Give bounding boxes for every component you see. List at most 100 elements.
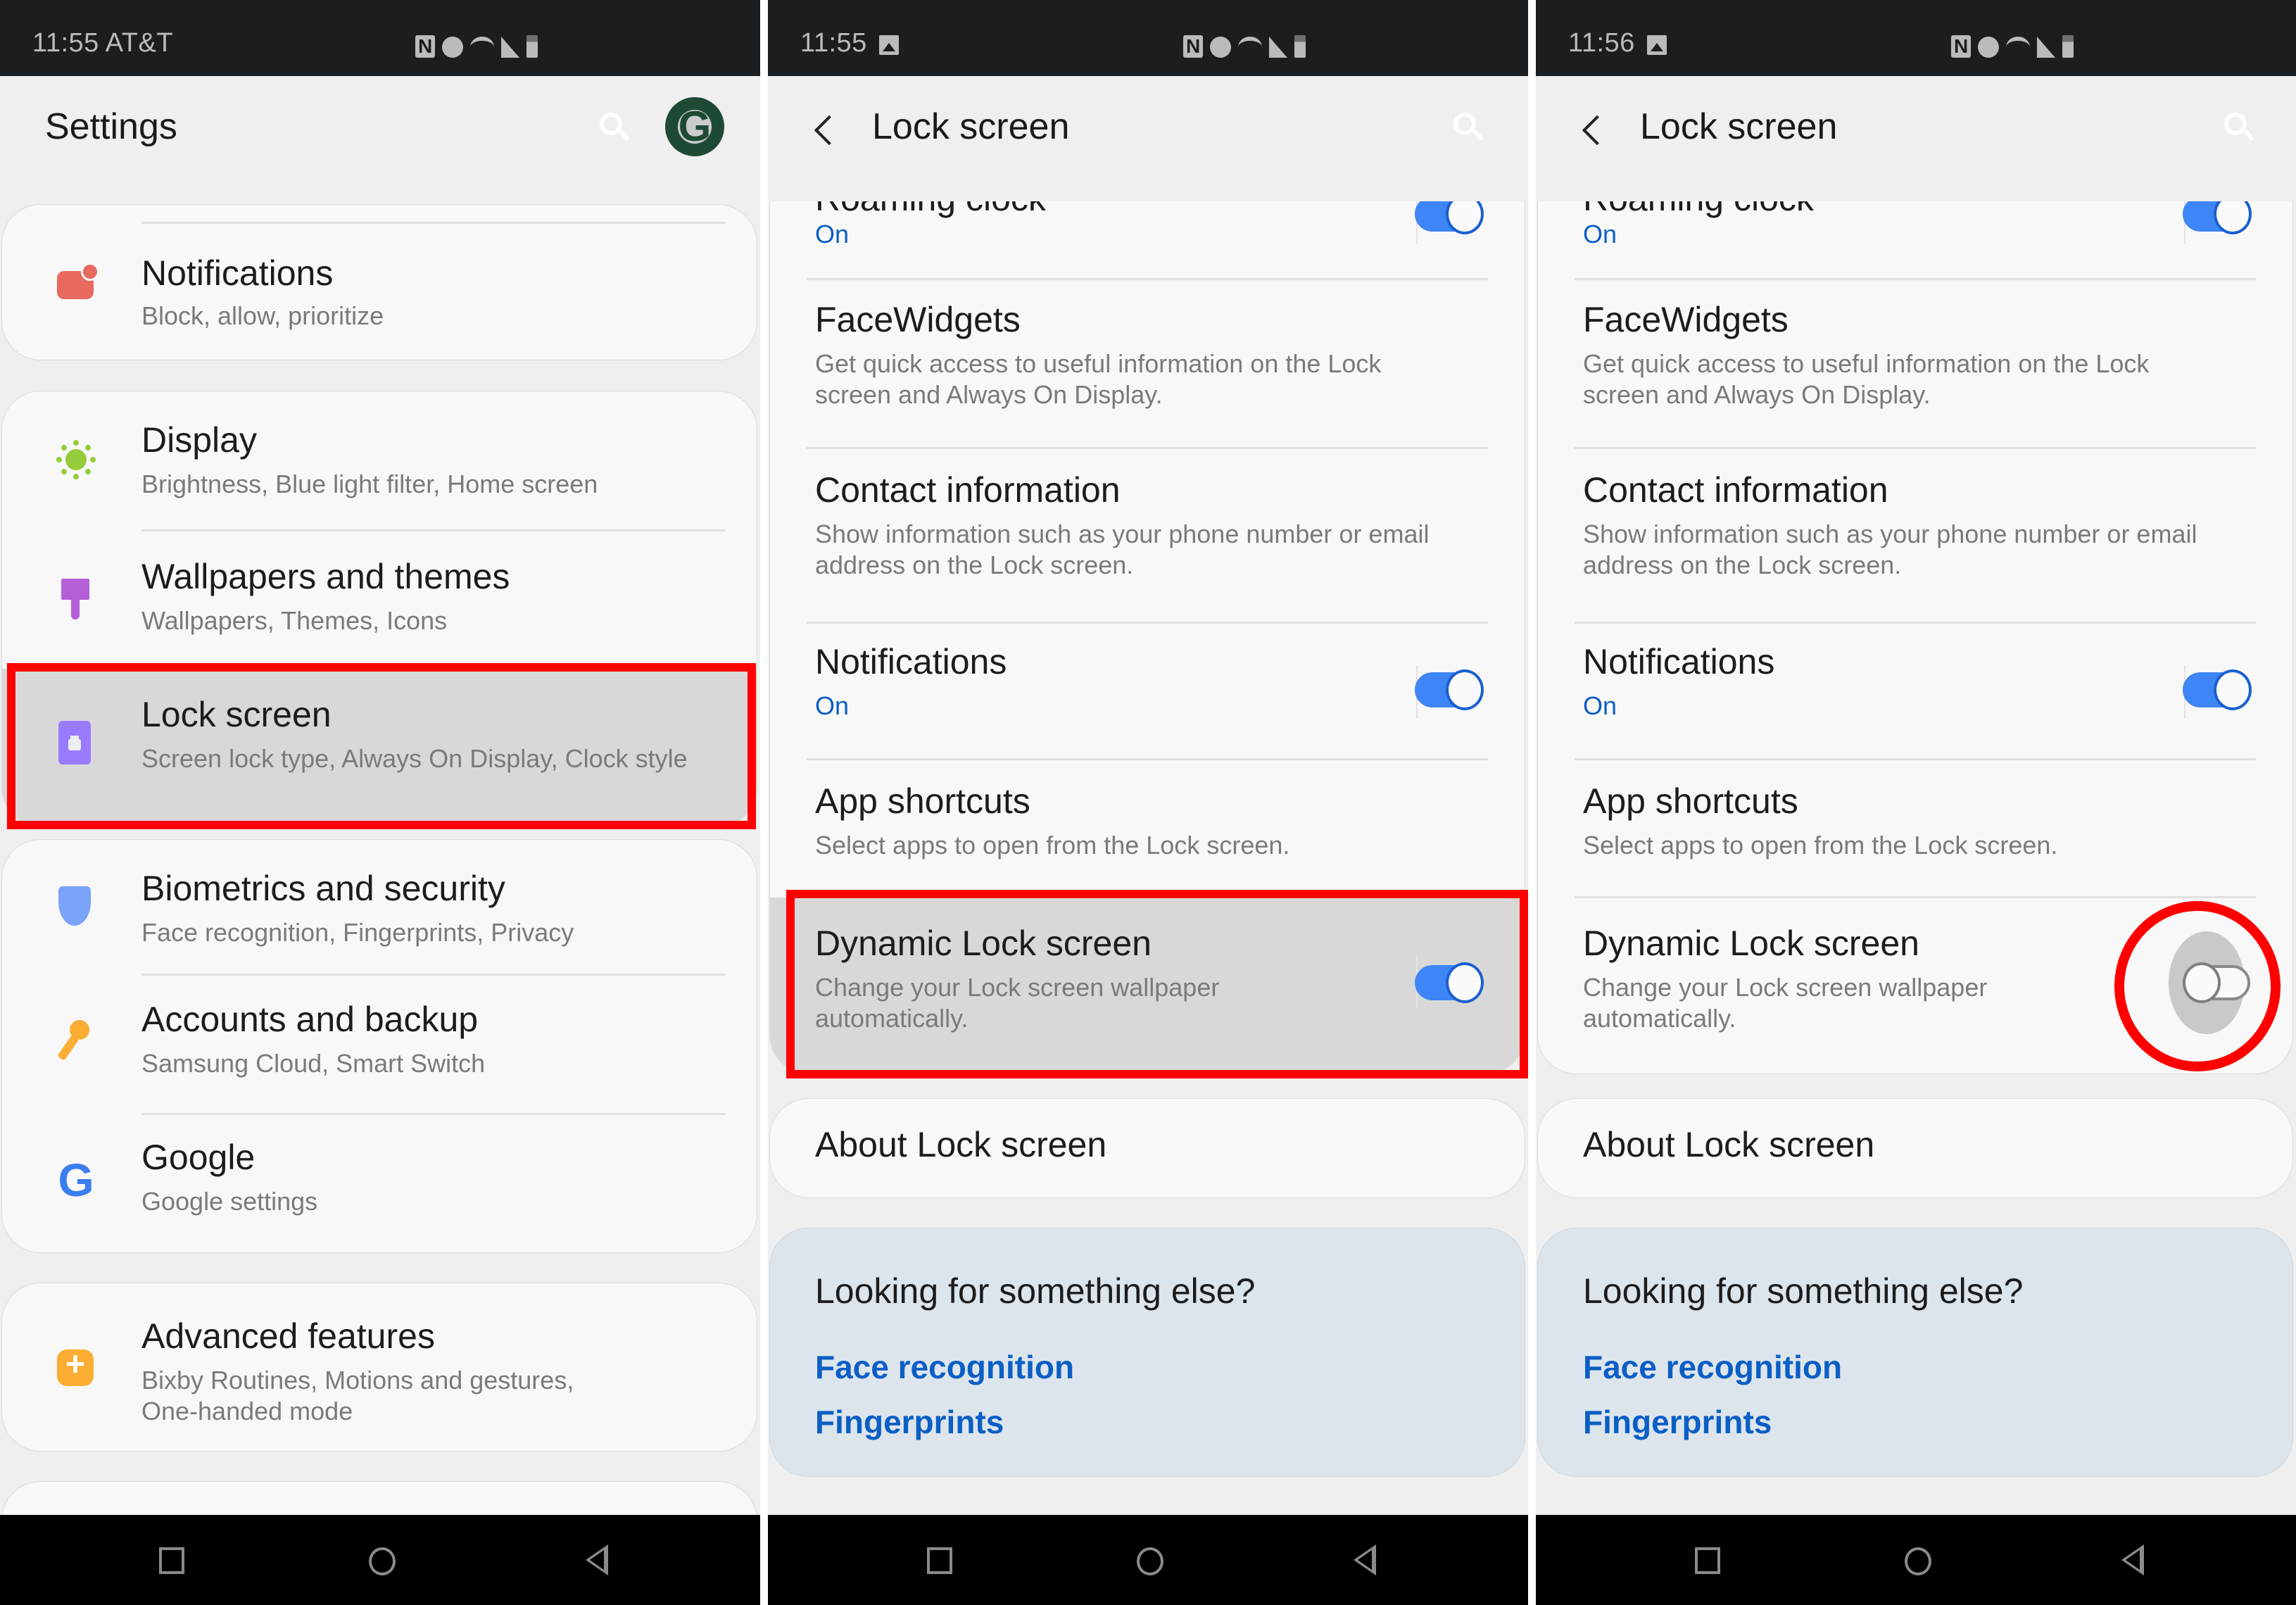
setting-contact-information[interactable]: Contact information Show information suc… xyxy=(770,448,1525,622)
notifications-toggle[interactable] xyxy=(1415,669,1484,710)
paintbrush-icon xyxy=(54,573,98,619)
google-g-icon: G xyxy=(58,1154,94,1206)
setting-facewidgets[interactable]: FaceWidgets Get quick access to useful i… xyxy=(770,279,1525,447)
item-title: Wallpapers and themes xyxy=(141,557,510,596)
settings-card: Advanced features Bixby Routines, Motion… xyxy=(1,1283,757,1452)
settings-item-advanced[interactable]: Advanced features Bixby Routines, Motion… xyxy=(2,1283,757,1451)
page-title: Settings xyxy=(45,106,177,147)
item-subtitle: screen and Always On Display. xyxy=(815,380,1163,409)
notifications-toggle[interactable] xyxy=(2183,669,2252,710)
recent-apps-icon[interactable] xyxy=(159,1547,184,1574)
wifi-icon xyxy=(1238,37,1262,58)
search-icon[interactable] xyxy=(1453,113,1476,135)
setting-contact-information[interactable]: Contact information Show information suc… xyxy=(1538,448,2292,622)
nfc-icon xyxy=(1183,35,1203,58)
status-time: 11:56 xyxy=(1568,28,1635,58)
about-lock-screen-link[interactable]: About Lock screen xyxy=(1583,1124,1874,1165)
item-title: Notifications xyxy=(141,253,334,293)
lock-screen-settings: 11:55 Lock screen Roaming clock On FaceW… xyxy=(768,0,1528,1605)
status-icons xyxy=(415,32,538,58)
dynamic-lock-screen-toggle[interactable] xyxy=(1415,962,1484,1003)
setting-notifications[interactable]: Notifications On xyxy=(770,623,1525,758)
item-subtitle: Block, allow, prioritize xyxy=(141,301,384,330)
alarm-icon xyxy=(1978,37,1999,58)
about-lock-screen-card[interactable]: About Lock screen xyxy=(769,1098,1525,1198)
profile-avatar[interactable] xyxy=(665,97,724,156)
item-title: Accounts and backup xyxy=(141,1000,479,1039)
setting-facewidgets[interactable]: FaceWidgets Get quick access to useful i… xyxy=(1538,279,2292,447)
home-icon[interactable] xyxy=(1905,1547,1931,1575)
settings-item-accounts[interactable]: Accounts and backup Samsung Cloud, Smart… xyxy=(2,975,757,1113)
settings-item-biometrics[interactable]: Biometrics and security Face recognition… xyxy=(2,840,757,974)
recent-apps-icon[interactable] xyxy=(1695,1547,1720,1574)
back-nav-icon[interactable] xyxy=(2121,1544,2144,1575)
back-arrow-icon[interactable] xyxy=(814,115,845,146)
settings-item-display[interactable]: Display Brightness, Blue light filter, H… xyxy=(2,391,757,529)
suggestions-title: Looking for something else? xyxy=(815,1271,1256,1311)
settings-item-google[interactable]: G Google Google settings xyxy=(2,1114,757,1252)
item-title: App shortcuts xyxy=(815,781,1030,821)
face-recognition-link[interactable]: Face recognition xyxy=(1583,1348,1842,1386)
app-header: Lock screen xyxy=(1536,76,2296,201)
battery-icon xyxy=(2062,35,2074,58)
item-title: Display xyxy=(141,420,257,460)
search-icon[interactable] xyxy=(600,113,622,135)
status-icons xyxy=(1183,32,1306,58)
nfc-icon xyxy=(1951,35,1971,58)
item-subtitle: Face recognition, Fingerprints, Privacy xyxy=(141,918,574,947)
face-recognition-link[interactable]: Face recognition xyxy=(815,1348,1074,1386)
page-title: Lock screen xyxy=(1640,106,1838,147)
signal-icon xyxy=(1269,37,1287,58)
search-icon[interactable] xyxy=(2224,113,2247,135)
item-subtitle: Change your Lock screen wallpaper xyxy=(815,973,1220,1002)
status-bar: 11:55 AT&T xyxy=(0,0,760,76)
item-status: On xyxy=(1583,220,1617,248)
item-title: FaceWidgets xyxy=(1583,300,1789,339)
item-subtitle: Show information such as your phone numb… xyxy=(815,520,1430,548)
gallery-notification-icon xyxy=(879,35,899,55)
setting-app-shortcuts[interactable]: App shortcuts Select apps to open from t… xyxy=(770,760,1525,896)
home-icon[interactable] xyxy=(369,1547,396,1575)
fingerprints-link[interactable]: Fingerprints xyxy=(1583,1403,1772,1441)
item-title: Biometrics and security xyxy=(141,869,505,908)
about-lock-screen-link[interactable]: About Lock screen xyxy=(815,1124,1106,1165)
about-lock-screen-card[interactable]: About Lock screen xyxy=(1537,1098,2293,1198)
status-bar: 11:56 xyxy=(1536,0,2296,76)
battery-icon xyxy=(526,35,538,58)
lock-icon xyxy=(54,721,98,764)
fingerprints-link[interactable]: Fingerprints xyxy=(815,1403,1004,1441)
app-header: Lock screen xyxy=(768,76,1528,201)
setting-app-shortcuts[interactable]: App shortcuts Select apps to open from t… xyxy=(1538,760,2292,896)
item-title: Google xyxy=(141,1138,256,1177)
suggestions-card: Looking for something else? Face recogni… xyxy=(1537,1228,2293,1477)
item-subtitle: Brightness, Blue light filter, Home scre… xyxy=(141,470,598,498)
item-title: Dynamic Lock screen xyxy=(815,924,1152,963)
settings-item-notifications[interactable]: Notifications Block, allow, prioritize xyxy=(2,205,757,360)
item-title: Contact information xyxy=(815,470,1121,510)
dynamic-lock-screen-toggle[interactable] xyxy=(2169,931,2250,1034)
lock-screen-settings: 11:56 Lock screen Roaming clock On FaceW… xyxy=(1536,0,2296,1605)
setting-dynamic-lock-screen[interactable]: Dynamic Lock screen Change your Lock scr… xyxy=(1538,898,2292,1074)
back-nav-icon[interactable] xyxy=(586,1544,608,1575)
display-sun-icon xyxy=(54,438,98,482)
item-subtitle: Select apps to open from the Lock screen… xyxy=(815,831,1290,860)
home-icon[interactable] xyxy=(1137,1547,1163,1575)
back-arrow-icon[interactable] xyxy=(1582,115,1613,146)
settings-item-lock-screen[interactable]: Lock screen Screen lock type, Always On … xyxy=(2,669,757,826)
setting-notifications[interactable]: Notifications On xyxy=(1538,623,2292,758)
suggestions-card: Looking for something else? Face recogni… xyxy=(769,1228,1525,1477)
lock-settings-card: Roaming clock On FaceWidgets Get quick a… xyxy=(1537,134,2293,1074)
item-title: Notifications xyxy=(1583,642,1775,681)
item-title: Notifications xyxy=(815,642,1007,681)
setting-dynamic-lock-screen[interactable]: Dynamic Lock screen Change your Lock scr… xyxy=(770,898,1525,1074)
back-nav-icon[interactable] xyxy=(1354,1544,1376,1575)
item-subtitle: Samsung Cloud, Smart Switch xyxy=(141,1049,486,1078)
item-subtitle: Show information such as your phone numb… xyxy=(1583,520,2197,548)
status-time: 11:55 xyxy=(800,28,867,58)
settings-item-wallpapers[interactable]: Wallpapers and themes Wallpapers, Themes… xyxy=(2,531,757,669)
item-subtitle: Bixby Routines, Motions and gestures, xyxy=(141,1366,574,1395)
recent-apps-icon[interactable] xyxy=(927,1547,952,1574)
item-title: App shortcuts xyxy=(1583,781,1798,821)
app-header: Settings xyxy=(0,76,760,203)
wifi-icon xyxy=(470,37,494,58)
